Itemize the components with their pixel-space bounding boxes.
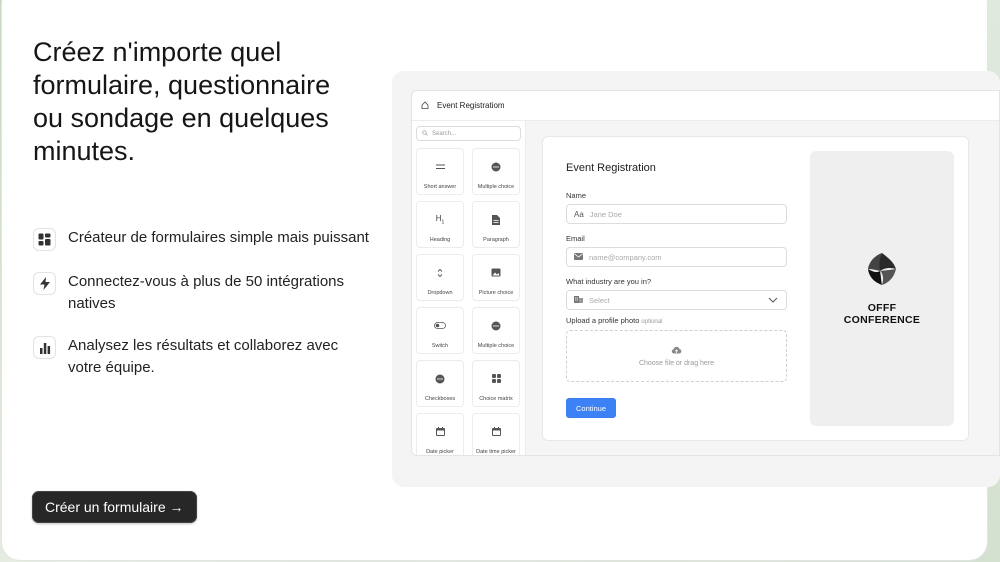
industry-placeholder: Select [589, 295, 610, 305]
page-headline: Créez n'importe quel formulaire, questio… [33, 37, 331, 166]
block-label: Switch [431, 343, 449, 349]
block-checkboxes[interactable]: Checkboxes [416, 360, 464, 407]
form-builder-preview: Event Registratiom Search... Short answe… [411, 90, 1000, 456]
building-icon [574, 295, 583, 305]
block-label: Heading [429, 237, 451, 243]
form-side-panel: OFFF CONFERENCE [810, 151, 954, 426]
block-label: Checkboxes [424, 396, 456, 402]
block-label: Date time picker [476, 449, 516, 455]
industry-label: What industry are you in? [566, 277, 652, 286]
paragraph-icon [492, 202, 500, 237]
name-label: Name [566, 191, 587, 200]
optional-tag: optional [641, 319, 663, 325]
lightning-icon [33, 272, 56, 295]
dropdown-icon [437, 255, 443, 290]
block-dropdown[interactable]: Dropdown [416, 254, 464, 301]
short-answer-icon [435, 149, 445, 184]
block-label: Paragraph [483, 237, 509, 243]
chevron-down-icon [768, 296, 778, 305]
choice-matrix-icon [491, 361, 501, 396]
form-canvas: Event Registration Name Aa Jane Doe Emai… [526, 121, 999, 455]
calendar-icon [491, 414, 501, 449]
block-multiple-choice[interactable]: Multiple choice [472, 148, 520, 195]
block-multiple-choice[interactable]: Multiple choice [472, 307, 520, 354]
blocks-sidebar: Search... Short answer Multiple choice H… [412, 121, 526, 455]
feature-text: Créateur de formulaires simple mais puis… [68, 229, 369, 246]
block-choice-matrix[interactable]: Choice matrix [472, 360, 520, 407]
switch-icon [434, 308, 446, 343]
text-type-icon: Aa [574, 209, 584, 219]
app-title: Event Registratiom [437, 101, 505, 110]
block-heading[interactable]: H1 Heading [416, 201, 464, 248]
logo-line-1: OFFF [867, 302, 897, 314]
email-label: Email [566, 234, 585, 243]
form-preview-card: Event Registration Name Aa Jane Doe Emai… [542, 136, 969, 441]
picture-choice-icon [491, 255, 501, 290]
home-icon[interactable] [421, 100, 429, 111]
bar-chart-icon [33, 336, 56, 359]
logo-text: OFFF CONFERENCE [844, 302, 921, 326]
block-label: Multiple choice [477, 184, 515, 190]
mail-icon [574, 252, 583, 262]
continue-button[interactable]: Continue [566, 398, 617, 418]
block-label: Choice matrix [479, 396, 513, 402]
feature-item: Analysez les résultats et collaborez ave… [33, 335, 373, 379]
block-picture-choice[interactable]: Picture choice [472, 254, 520, 301]
create-form-button[interactable]: Créer un formulaire → [32, 491, 197, 523]
cloud-upload-icon [671, 346, 682, 356]
search-icon [422, 129, 428, 138]
offf-logo-icon [864, 251, 900, 292]
logo-line-2: CONFERENCE [843, 314, 921, 326]
form-title: Event Registration [566, 162, 656, 174]
email-placeholder: name@company.com [589, 252, 662, 262]
block-switch[interactable]: Switch [416, 307, 464, 354]
search-placeholder: Search... [432, 130, 457, 137]
heading-icon: H1 [435, 213, 445, 226]
name-field[interactable]: Aa Jane Doe [566, 204, 787, 224]
block-label: Picture choice [478, 290, 514, 296]
block-label: Dropdown [427, 290, 453, 296]
upload-label-text: Upload a profile photo [566, 316, 640, 325]
feature-text: Connectez-vous à plus de 50 intégrations… [68, 273, 345, 312]
feature-list: Créateur de formulaires simple mais puis… [33, 227, 373, 399]
upload-dropzone[interactable]: Choose file or drag here [566, 330, 787, 382]
feature-item: Connectez-vous à plus de 50 intégrations… [33, 271, 373, 315]
multiple-choice-icon [491, 149, 501, 184]
layout-icon [33, 228, 56, 251]
block-paragraph[interactable]: Paragraph [472, 201, 520, 248]
multiple-choice-icon [491, 308, 501, 343]
block-label: Multiple choice [477, 343, 515, 349]
calendar-icon [435, 414, 445, 449]
block-label: Date picker [426, 449, 454, 455]
upload-hint: Choose file or drag here [638, 359, 715, 367]
feature-item: Créateur de formulaires simple mais puis… [33, 227, 373, 251]
app-header: Event Registratiom [412, 91, 999, 121]
feature-text: Analysez les résultats et collaborez ave… [68, 337, 339, 376]
block-short-answer[interactable]: Short answer [416, 148, 464, 195]
block-date-picker[interactable]: Date picker [416, 413, 464, 455]
block-date-time-picker[interactable]: Date time picker [472, 413, 520, 455]
upload-label: Upload a profile photo optional [566, 316, 662, 325]
email-field[interactable]: name@company.com [566, 247, 787, 267]
checkboxes-icon [435, 361, 445, 396]
name-placeholder: Jane Doe [589, 209, 622, 219]
block-search-input[interactable]: Search... [416, 126, 521, 141]
block-label: Short answer [423, 184, 457, 190]
industry-select[interactable]: Select [566, 290, 787, 310]
